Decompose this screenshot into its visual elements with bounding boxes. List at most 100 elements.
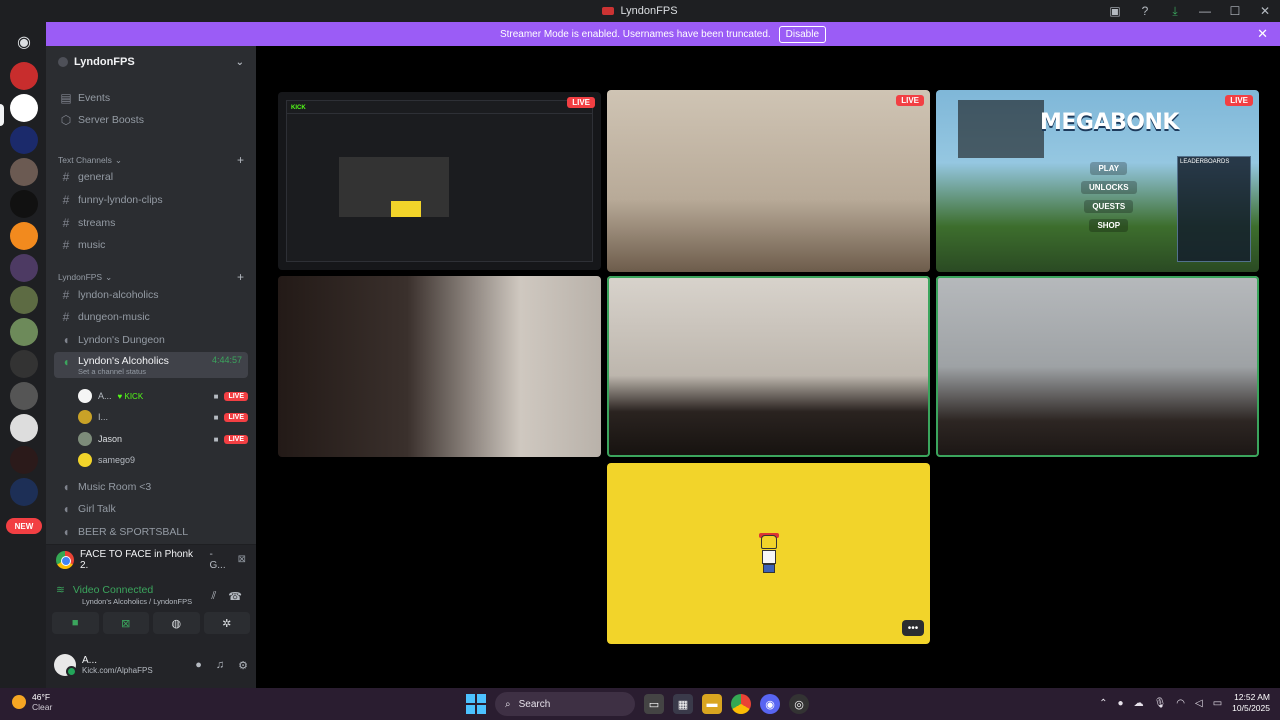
help-icon[interactable]: ? bbox=[1130, 0, 1160, 22]
nav-server-boosts[interactable]: ⬡ Server Boosts bbox=[54, 110, 248, 130]
server-icon-1[interactable] bbox=[10, 62, 38, 90]
window-title: LyndonFPS bbox=[602, 5, 678, 17]
stream-tile-3[interactable]: MEGABONK PLAY UNLOCKS QUESTS SHOP LEADER… bbox=[936, 90, 1259, 272]
voice-channel-lyndons-dungeon[interactable]: ◖ Lyndon's Dungeon bbox=[54, 330, 248, 350]
chevron-up-icon[interactable]: ⌃ bbox=[1099, 698, 1107, 709]
more-options-icon[interactable]: ••• bbox=[902, 620, 924, 636]
voice-channel-lyndons-alcoholics[interactable]: ◖ Lyndon's Alcoholics 4:44:57 Set a chan… bbox=[54, 352, 248, 378]
live-badge: LIVE bbox=[567, 97, 595, 108]
camera-tile-3[interactable] bbox=[936, 276, 1259, 457]
disconnect-icon[interactable]: ☎ bbox=[228, 590, 242, 603]
channel-lyndon-alcoholics[interactable]: # lyndon-alcoholics bbox=[54, 285, 248, 305]
category-lyndonfps[interactable]: LyndonFPS ⌄ + bbox=[58, 270, 244, 284]
stream-tile-1[interactable]: KICK LIVE bbox=[278, 92, 601, 270]
signal-icon[interactable]: ≋ bbox=[56, 584, 65, 596]
disable-streamer-mode-button[interactable]: Disable bbox=[778, 25, 827, 43]
category-text-channels[interactable]: Text Channels ⌄ + bbox=[58, 153, 244, 167]
file-explorer-icon[interactable]: ▬ bbox=[702, 694, 722, 714]
server-icon-7[interactable] bbox=[10, 254, 38, 282]
user-name[interactable]: A... bbox=[82, 655, 153, 666]
voice-user[interactable]: A... ♥ KICK ■ LIVE bbox=[78, 387, 248, 405]
activities-button[interactable]: ◍ bbox=[153, 612, 200, 634]
server-icon-4[interactable] bbox=[10, 158, 38, 186]
server-icon-11[interactable] bbox=[10, 382, 38, 410]
wifi-icon[interactable]: ◠ bbox=[1176, 698, 1185, 709]
server-icon-9[interactable] bbox=[10, 318, 38, 346]
maximize-icon[interactable]: ☐ bbox=[1220, 0, 1250, 22]
voice-user[interactable]: samego9 bbox=[78, 451, 248, 469]
game-menu: PLAY UNLOCKS QUESTS SHOP bbox=[1081, 162, 1137, 232]
game-menu-quests: QUESTS bbox=[1084, 200, 1134, 213]
channel-general[interactable]: # general bbox=[54, 167, 248, 187]
microphone-tray-icon[interactable]: 🎙 bbox=[1154, 698, 1167, 709]
server-icon-2[interactable] bbox=[10, 94, 38, 122]
avatar[interactable] bbox=[54, 654, 77, 677]
task-view-icon[interactable]: ▭ bbox=[644, 694, 664, 714]
close-window-icon[interactable]: ✕ bbox=[1250, 0, 1280, 22]
voice-user[interactable]: I... ■ LIVE bbox=[78, 408, 248, 426]
windows-start-icon[interactable] bbox=[466, 694, 486, 714]
obs-taskbar-icon[interactable]: ◎ bbox=[789, 694, 809, 714]
channel-music[interactable]: # music bbox=[54, 235, 248, 255]
stream-tile-2[interactable]: LIVE bbox=[607, 90, 930, 272]
server-icon-6[interactable] bbox=[10, 222, 38, 250]
microphone-icon[interactable]: ● bbox=[195, 659, 202, 672]
screen-share-button[interactable]: ⊠ bbox=[102, 612, 149, 634]
voice-status[interactable]: Video Connected bbox=[73, 584, 153, 596]
voice-user[interactable]: Jason ■ LIVE bbox=[78, 430, 248, 448]
voice-user-name: I... bbox=[98, 412, 109, 422]
soundboard-button[interactable]: ✲ bbox=[203, 612, 250, 634]
inbox-icon[interactable]: ▣ bbox=[1100, 0, 1130, 22]
camera-button[interactable]: ■ bbox=[52, 612, 99, 634]
boost-icon: ⬡ bbox=[60, 113, 72, 127]
minimize-icon[interactable]: — bbox=[1190, 0, 1220, 22]
server-icon-12[interactable] bbox=[10, 414, 38, 442]
chrome-taskbar-icon[interactable] bbox=[731, 694, 751, 714]
stop-activity-icon[interactable]: ⊠ bbox=[238, 554, 246, 565]
tray-network-icon[interactable]: ☁ bbox=[1134, 698, 1144, 709]
voice-channel-music-room[interactable]: ◖ Music Room <3 bbox=[54, 477, 248, 497]
search-icon: ⌕ bbox=[505, 698, 511, 710]
channel-dungeon-music[interactable]: # dungeon-music bbox=[54, 307, 248, 327]
server-icon-8[interactable] bbox=[10, 286, 38, 314]
add-channel-icon[interactable]: + bbox=[237, 153, 244, 167]
system-clock[interactable]: 12:52 AM 10/5/2025 bbox=[1232, 692, 1270, 714]
camera-tile-1[interactable] bbox=[278, 276, 601, 457]
avatar-tile[interactable]: ••• bbox=[607, 463, 930, 644]
hashtag-icon: # bbox=[62, 216, 70, 230]
server-icon-5[interactable] bbox=[10, 190, 38, 218]
activity-panel[interactable]: FACE TO FACE in Phonk 2. - G... ⊠ bbox=[46, 544, 256, 574]
server-icon-3[interactable] bbox=[10, 126, 38, 154]
channel-funny-lyndon-clips[interactable]: # funny-lyndon-clips bbox=[54, 190, 248, 210]
discord-taskbar-icon[interactable]: ◉ bbox=[760, 694, 780, 714]
voice-channel-beer-sportsball[interactable]: ◖ BEER & SPORTSBALL bbox=[54, 522, 248, 542]
volume-icon[interactable]: ◁ bbox=[1195, 698, 1203, 709]
nav-events[interactable]: ▤ Events bbox=[54, 88, 248, 108]
game-menu-shop: SHOP bbox=[1089, 219, 1129, 232]
server-icon-10[interactable] bbox=[10, 350, 38, 378]
server-icon-13[interactable] bbox=[10, 446, 38, 474]
battery-icon[interactable]: ▭ bbox=[1213, 698, 1222, 709]
server-header[interactable]: LyndonFPS ⌄ bbox=[46, 46, 256, 78]
kick-logo: KICK bbox=[291, 105, 306, 111]
weather-widget[interactable]: 46°F Clear bbox=[12, 692, 52, 712]
taskbar-search[interactable]: ⌕ Search bbox=[495, 692, 635, 716]
add-channel-icon[interactable]: + bbox=[237, 270, 244, 284]
discord-home-icon[interactable]: ◉ bbox=[9, 27, 39, 57]
game-menu-unlocks: UNLOCKS bbox=[1081, 181, 1137, 194]
store-icon[interactable]: ▦ bbox=[673, 694, 693, 714]
tray-app-icon[interactable]: ● bbox=[1118, 698, 1124, 709]
set-channel-status[interactable]: Set a channel status bbox=[78, 367, 146, 376]
game-title: MEGABONK bbox=[1040, 110, 1179, 135]
chevron-down-icon[interactable]: ⌄ bbox=[236, 57, 244, 68]
channel-streams[interactable]: # streams bbox=[54, 213, 248, 233]
live-badge: LIVE bbox=[224, 412, 248, 422]
server-icon-14[interactable] bbox=[10, 478, 38, 506]
download-icon[interactable]: ⤓ bbox=[1160, 0, 1190, 22]
voice-channel-girl-talk[interactable]: ◖ Girl Talk bbox=[54, 499, 248, 519]
gear-icon[interactable]: ⚙ bbox=[238, 659, 248, 672]
close-banner-icon[interactable]: ✕ bbox=[1257, 26, 1268, 42]
camera-tile-2[interactable] bbox=[607, 276, 930, 457]
noise-suppression-icon[interactable]: ⫽ bbox=[211, 590, 216, 603]
headphones-icon[interactable]: ♫ bbox=[216, 659, 224, 672]
